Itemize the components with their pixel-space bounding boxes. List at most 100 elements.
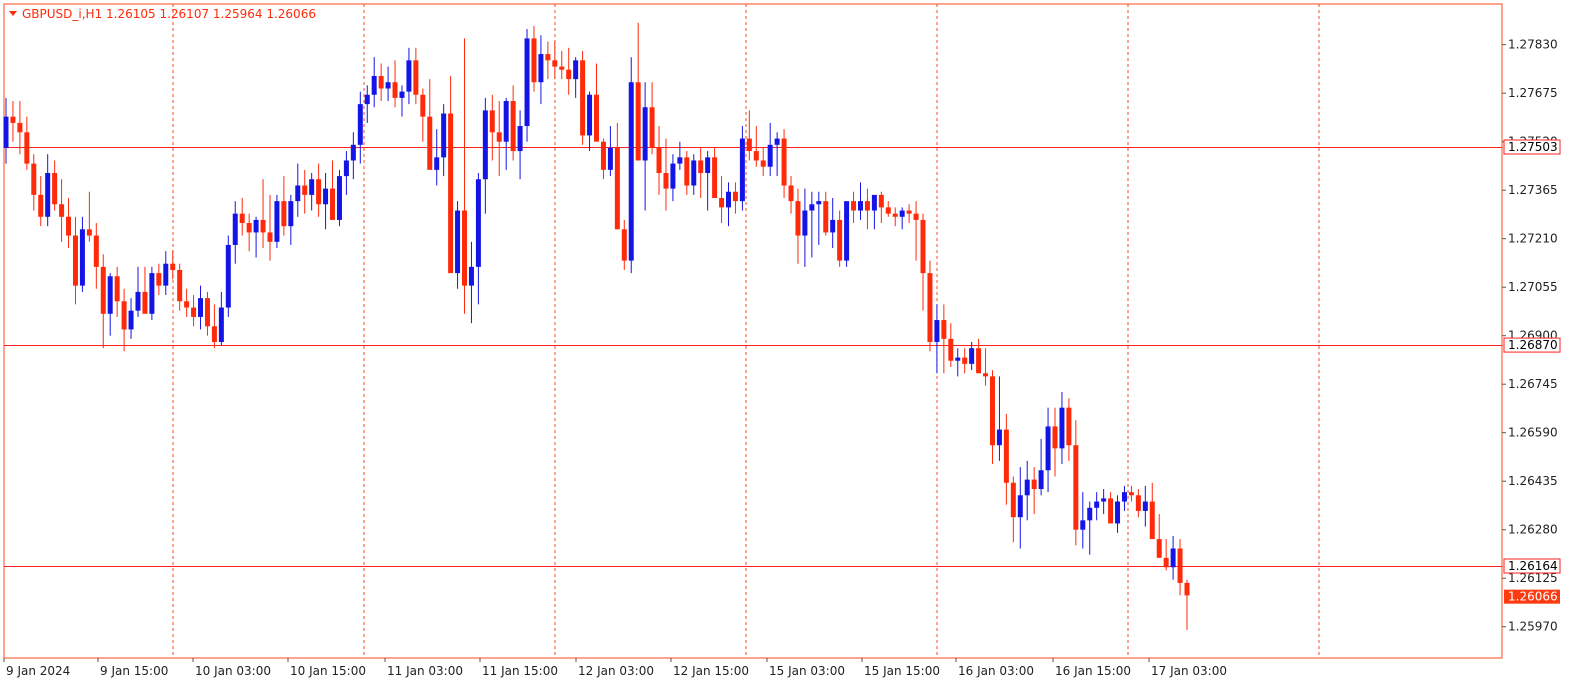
candle-body [288,201,294,227]
candle-body [996,429,1002,446]
candle-body [149,273,155,314]
candle-body [52,172,58,205]
chart-window: 1.278301.276751.275201.273651.272101.270… [0,0,1575,688]
candle [927,260,933,352]
candle [580,50,586,145]
candle [524,29,530,142]
candle-body [1156,539,1162,558]
candle-body [135,291,141,311]
candle-body [517,126,523,152]
candle-body [816,201,822,205]
candle-body [211,326,217,342]
y-tick-label: 1.25970 [1508,620,1558,634]
candle-body [1163,557,1169,568]
candle-body [635,82,641,161]
candle-body [955,357,961,361]
candle-body [948,338,954,361]
candle-body [857,201,863,211]
y-axis: 1.278301.276751.275201.273651.272101.270… [1502,38,1561,634]
symbol-info-text: GBPUSD_i,H1 1.26105 1.26107 1.25964 1.26… [22,7,316,21]
candle-body [677,157,683,164]
candle-body [559,66,565,70]
y-tick-label: 1.27210 [1508,232,1558,246]
candle-body [663,172,669,189]
candle-body [343,160,349,177]
candle-body [274,201,280,242]
x-tick-label: 15 Jan 03:00 [769,664,845,678]
candle-body [802,210,808,236]
candle-body [621,229,627,261]
candle-body [66,216,72,236]
candle-body [976,348,982,374]
symbol-header[interactable]: GBPUSD_i,H1 1.26105 1.26107 1.25964 1.26… [9,7,316,21]
candle-body [1094,501,1100,508]
candle-body [524,38,530,127]
candle-body [538,54,544,83]
candle-body [795,201,801,236]
x-tick-label: 10 Jan 03:00 [195,664,271,678]
candle-body [385,82,391,89]
x-axis: 9 Jan 2024 9 Jan 15:00 10 Jan 03:00 10 Jan … [3,658,1227,678]
candle-body [809,204,815,211]
y-tick-label: 1.27675 [1508,86,1558,100]
candle-body [1087,507,1093,521]
x-tick-label: 9 Jan 15:00 [100,664,168,678]
level-price-text: 1.27503 [1508,140,1558,154]
candle-body [656,147,662,173]
candle-body [1080,520,1086,530]
candle-body [31,163,37,195]
candle-body [837,219,843,261]
candle-body [913,213,919,220]
candlestick-chart: 1.278301.276751.275201.273651.272101.270… [3,3,1561,678]
candle-body [774,138,780,145]
candle-body [698,160,704,173]
candle-body [17,122,23,133]
candle-body [781,138,787,186]
candle-body [100,266,106,314]
y-tick-label: 1.26280 [1508,523,1558,537]
candle-body [163,263,169,286]
candle-body [614,147,620,230]
candle-body [170,263,176,270]
candle-body [649,107,655,148]
x-tick-label: 12 Jan 03:00 [578,664,654,678]
level-price-label: 1.26164 [1503,558,1561,574]
level-price-label: 1.27503 [1503,139,1561,155]
x-tick-label: 16 Jan 03:00 [958,664,1034,678]
candle-body [218,307,224,342]
candle-body [906,210,912,214]
candle-body [93,235,99,267]
candle-body [350,144,356,161]
candle-body [1017,495,1023,518]
x-tick-label: 15 Jan 15:00 [864,664,940,678]
candle-body [364,94,370,105]
candle [628,57,634,274]
candle-body [1184,582,1190,596]
candle-body [489,110,495,133]
candle-body [725,191,731,208]
candle-body [121,301,127,330]
x-tick-label: 12 Jan 15:00 [673,664,749,678]
candle-body [760,160,766,167]
candle-body [864,201,870,211]
candle-body [851,201,857,211]
level-price-text: 1.26164 [1508,559,1558,573]
candle-body [413,60,419,95]
candle-body [1142,501,1148,511]
candle-body [1073,445,1079,530]
candle-body [371,75,377,95]
candle-body [1101,498,1107,502]
candle-body [441,113,447,158]
candle-body [552,60,558,67]
candle-body [482,110,488,180]
candle-body [3,116,9,148]
candle-body [336,176,342,220]
candle-body [330,188,336,220]
current-price-text: 1.26066 [1508,590,1558,604]
candle-body [10,116,16,123]
candle-body [309,179,315,195]
candle [225,235,231,317]
candle-body [38,194,44,217]
candle-body [719,198,725,208]
candle-body [427,116,433,170]
